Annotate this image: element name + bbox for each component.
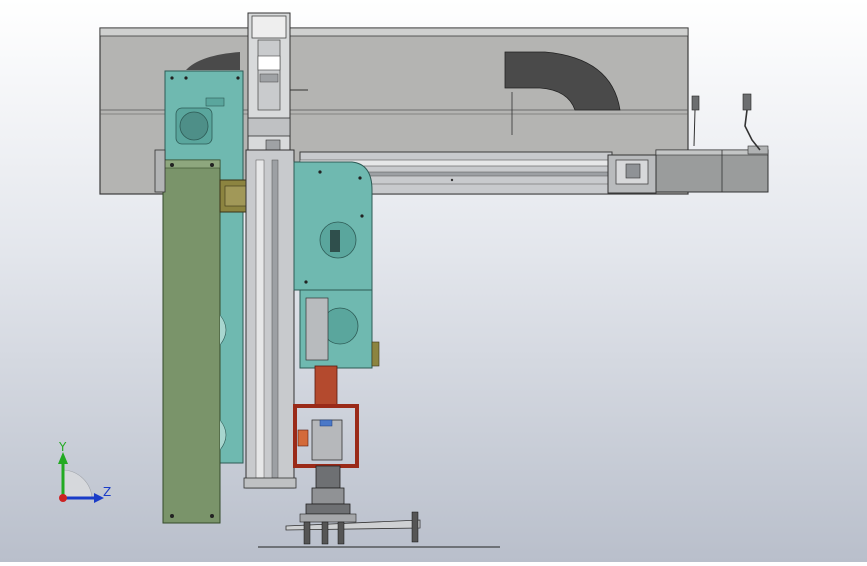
teal-arm-plate[interactable] <box>293 161 373 291</box>
triad-y-label: Y <box>59 440 67 454</box>
cad-viewport[interactable]: Y Z <box>0 0 867 562</box>
spindle-tool-head[interactable] <box>299 465 357 523</box>
x-axis-origin-icon <box>59 494 67 502</box>
left-bracket <box>154 149 166 193</box>
coordinate-triad <box>58 452 104 503</box>
vertical-rail[interactable] <box>243 149 297 489</box>
triad-plane-icon <box>62 469 93 499</box>
sensor-cables <box>691 93 761 151</box>
assembly-drawing[interactable] <box>0 0 867 562</box>
red-gripper-frame[interactable] <box>293 365 359 468</box>
teal-lower-block[interactable] <box>299 289 380 369</box>
triad-z-label: Z <box>103 485 112 499</box>
green-side-plate[interactable] <box>162 159 227 524</box>
work-platform[interactable] <box>258 511 500 548</box>
